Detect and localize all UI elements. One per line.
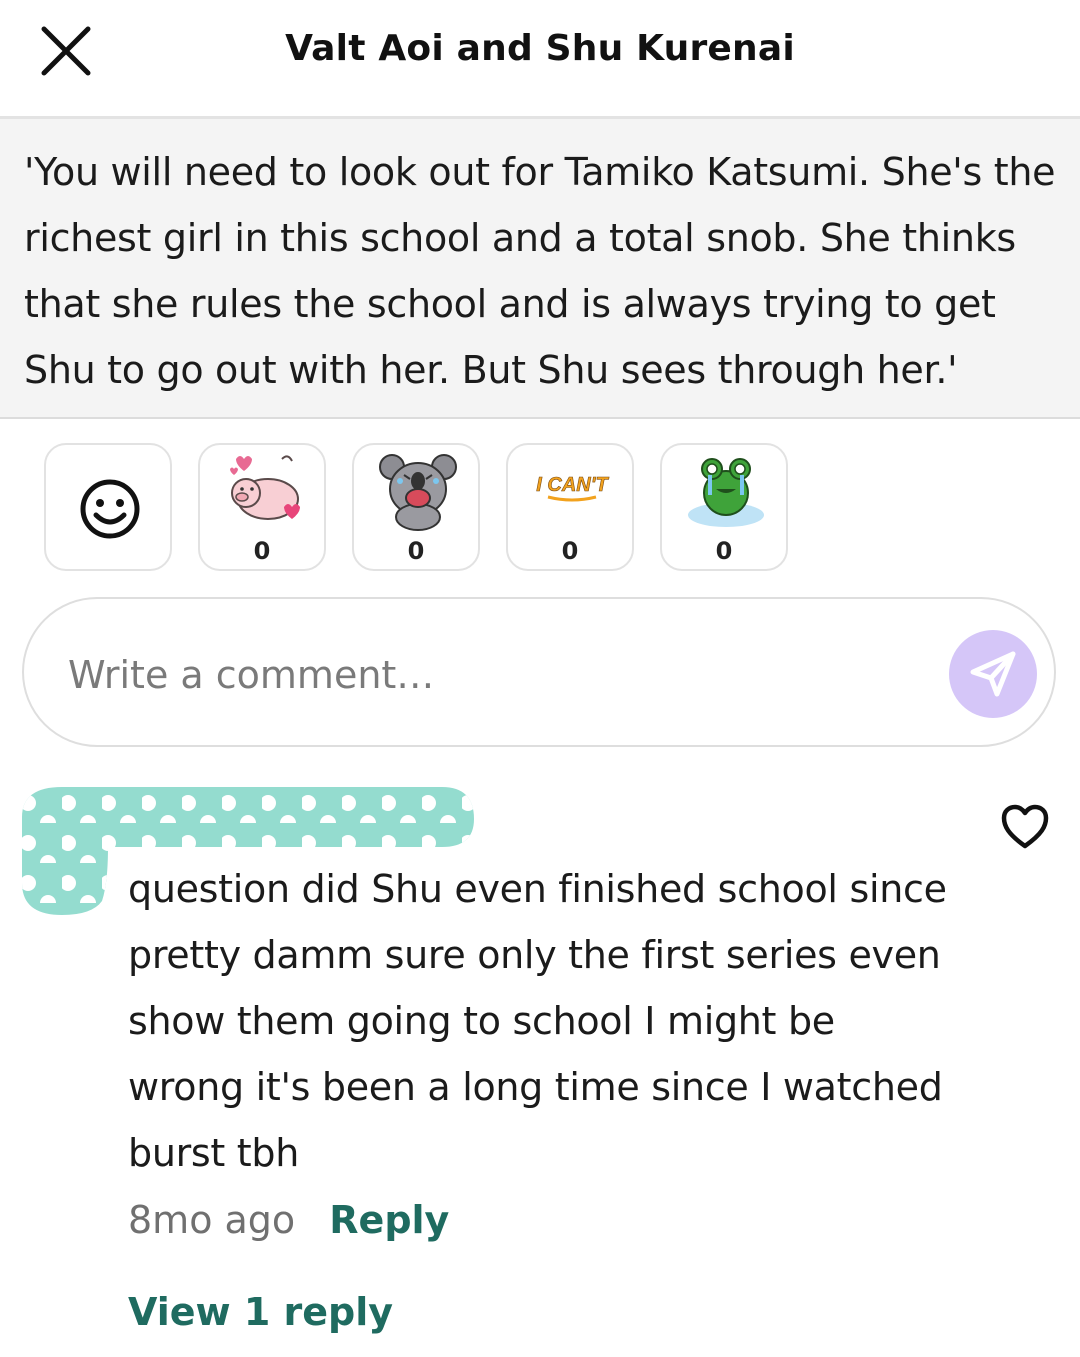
quoted-passage-text: 'You will need to look out for Tamiko Ka… <box>24 150 1056 392</box>
pig-hearts-sticker <box>230 455 300 520</box>
koala-laughing-sticker <box>379 454 457 531</box>
like-button[interactable] <box>1000 804 1050 850</box>
reply-button[interactable]: Reply <box>329 1198 449 1242</box>
page-title: Valt Aoi and Shu Kurenai <box>285 28 795 69</box>
i-cant-sticker-text: I CAN'T <box>536 474 609 496</box>
comment-timestamp: 8mo ago <box>128 1198 296 1242</box>
reaction-count: 0 <box>715 537 733 565</box>
reaction-pig-hearts[interactable]: 0 <box>198 443 326 571</box>
smiley-icon <box>80 479 140 539</box>
quoted-passage: 'You will need to look out for Tamiko Ka… <box>0 119 1080 419</box>
comment-meta: 8mo ago Reply <box>128 1190 449 1250</box>
reaction-count: 0 <box>407 537 425 565</box>
heart-outline-icon <box>1001 804 1049 849</box>
add-reaction-button[interactable] <box>44 443 172 571</box>
i-cant-sticker: I CAN'T <box>536 474 610 502</box>
view-replies-link[interactable]: View 1 reply <box>128 1290 393 1334</box>
reaction-crying-frog[interactable]: 0 <box>660 443 788 571</box>
reaction-i-cant[interactable]: I CAN'T 0 <box>506 443 634 571</box>
reaction-bar: 0 0 I CAN'T 0 0 <box>44 443 804 573</box>
send-button[interactable] <box>949 630 1037 718</box>
send-icon <box>970 651 1016 697</box>
reaction-koala-laughing[interactable]: 0 <box>352 443 480 571</box>
reaction-count: 0 <box>561 537 579 565</box>
comment-input[interactable] <box>66 639 890 711</box>
comment-body: question did Shu even finished school si… <box>128 867 947 1175</box>
reaction-count: 0 <box>253 537 271 565</box>
crying-frog-sticker <box>688 458 764 527</box>
comment-composer <box>22 597 1056 747</box>
top-bar: Valt Aoi and Shu Kurenai <box>0 0 1080 119</box>
